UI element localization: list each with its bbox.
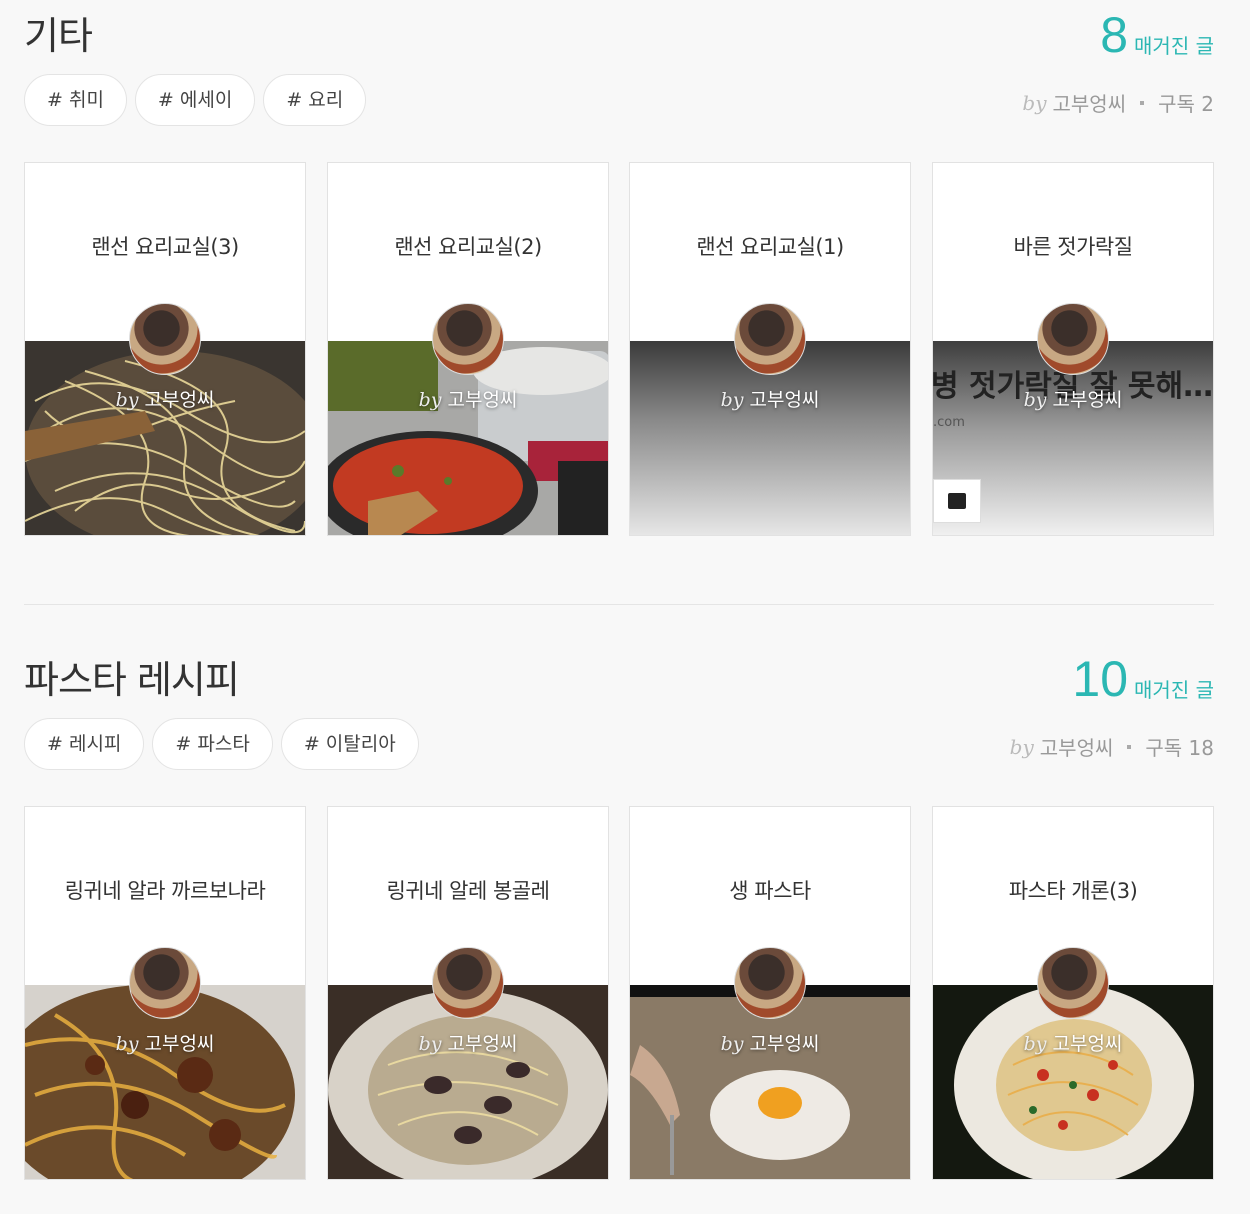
card-title: 랜선 요리교실(2) [394,235,542,259]
author-name: 고부엉씨 [447,389,518,411]
author-name: 고부엉씨 [749,389,820,411]
card-author: by 고부엉씨 [630,1029,910,1056]
article-count: 10 매거진 글 [1072,654,1214,704]
comment-box [933,479,981,523]
article-card[interactable]: 랜선 요리교실(1) by 고부엉씨 [629,162,911,536]
article-count-number: 8 [1100,7,1129,63]
article-card[interactable]: 생 파스타 by 고부엉씨 [629,806,911,1180]
tag-italy[interactable]: # 이탈리아 [280,718,419,770]
magazine-meta: by 고부엉씨 구독 2 [1022,88,1214,117]
article-count: 8 매거진 글 [1100,10,1214,60]
card-author: by 고부엉씨 [25,385,305,412]
card-title: 링귀네 알라 까르보나라 [64,879,266,903]
author-name: 고부엉씨 [447,1033,518,1055]
card-author: by 고부엉씨 [630,385,910,412]
author-avatar [432,303,504,375]
article-card[interactable]: 바른 젓가락질 병 젓가락질 잘 못해…" .com by 고부엉씨 [932,162,1214,536]
article-card[interactable]: 파스타 개론(3) by 고부엉씨 [932,806,1214,1180]
author-avatar [432,947,504,1019]
tag-cooking[interactable]: # 요리 [263,74,367,126]
section-title: 기타 [24,14,93,58]
card-author: by 고부엉씨 [933,385,1213,412]
subscriber-count: 구독 2 [1158,92,1214,116]
card-title: 링귀네 알레 봉골레 [386,879,550,903]
card-title: 생 파스타 [729,879,811,903]
magazine-meta: by 고부엉씨 구독 18 [1010,732,1214,761]
article-card[interactable]: 랜선 요리교실(3) by 고부엉씨 [24,162,306,536]
article-card[interactable]: 링귀네 알레 봉골레 by 고부엉씨 [327,806,609,1180]
author-avatar [129,303,201,375]
section-divider [24,604,1214,605]
card-author: by 고부엉씨 [25,1029,305,1056]
author-name: 고부엉씨 [144,1033,215,1055]
by-label: by [1009,734,1034,759]
image-subtext: .com [933,415,965,430]
by-label: by [418,1033,442,1055]
tag-hobby[interactable]: # 취미 [24,74,127,126]
by-label: by [1023,1033,1047,1055]
author-avatar [734,303,806,375]
author-name: 고부엉씨 [1052,1033,1123,1055]
author-avatar [1037,303,1109,375]
by-label: by [418,389,442,411]
separator-dot [1140,100,1145,105]
tag-list: # 레시피 # 파스타 # 이탈리아 [24,718,427,770]
article-card[interactable]: 랜선 요리교실(2) by 고부엉씨 [327,162,609,536]
by-label: by [115,389,139,411]
tag-essay[interactable]: # 에세이 [134,74,256,126]
author-name: 고부엉씨 [144,389,215,411]
section-title: 파스타 레시피 [24,658,240,702]
article-count-number: 10 [1072,651,1129,707]
article-card[interactable]: 링귀네 알라 까르보나라 by 고부엉씨 [24,806,306,1180]
author-name: 고부엉씨 [1052,389,1123,411]
tag-list: # 취미 # 에세이 # 요리 [24,74,374,126]
by-label: by [1022,90,1047,115]
article-count-label: 매거진 글 [1134,678,1214,702]
by-label: by [720,1033,744,1055]
card-title: 랜선 요리교실(3) [91,235,239,259]
author-avatar [734,947,806,1019]
card-list: 링귀네 알라 까르보나라 by 고부엉씨 링귀네 알레 봉골레 by 고부엉씨 … [24,806,1214,1180]
separator-dot [1127,744,1132,749]
card-author: by 고부엉씨 [328,385,608,412]
comment-icon [948,493,966,509]
card-list: 랜선 요리교실(3) by 고부엉씨 랜선 요리교실(2) by 고부엉씨 랜선… [24,162,1214,536]
card-title: 바른 젓가락질 [1013,235,1133,259]
author-link[interactable]: 고부엉씨 [1040,732,1114,761]
author-name: 고부엉씨 [749,1033,820,1055]
card-title: 파스타 개론(3) [1008,879,1138,903]
article-count-label: 매거진 글 [1134,34,1214,58]
author-avatar [129,947,201,1019]
card-title: 랜선 요리교실(1) [696,235,844,259]
by-label: by [115,1033,139,1055]
by-label: by [1023,389,1047,411]
card-author: by 고부엉씨 [933,1029,1213,1056]
by-label: by [720,389,744,411]
card-author: by 고부엉씨 [328,1029,608,1056]
subscriber-count: 구독 18 [1145,736,1214,760]
author-link[interactable]: 고부엉씨 [1053,88,1127,117]
tag-pasta[interactable]: # 파스타 [152,718,273,770]
tag-recipe[interactable]: # 레시피 [24,718,145,770]
author-avatar [1037,947,1109,1019]
